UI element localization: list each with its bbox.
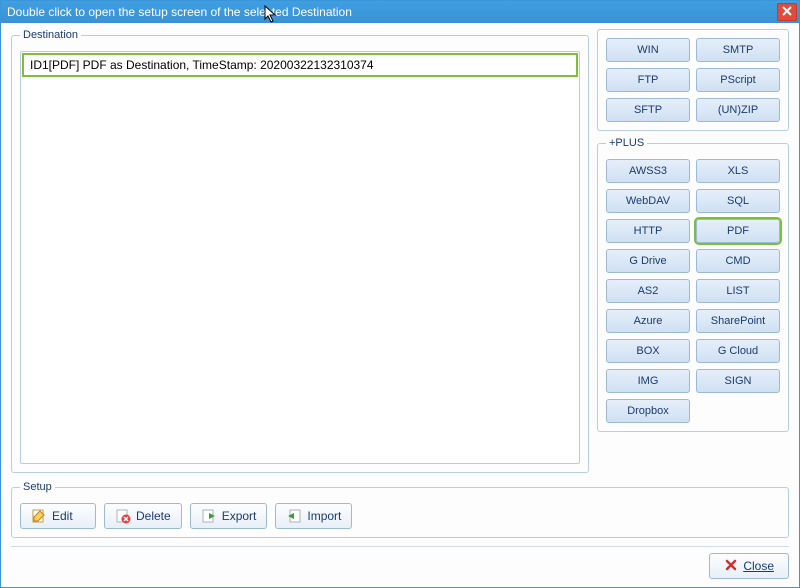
- close-button[interactable]: Close: [709, 553, 789, 579]
- pdf-button[interactable]: PDF: [696, 219, 780, 243]
- delete-label: Delete: [136, 509, 171, 523]
- close-label: Close: [743, 559, 774, 573]
- cmd-button[interactable]: CMD: [696, 249, 780, 273]
- titlebar-close-button[interactable]: [777, 3, 797, 21]
- http-button[interactable]: HTTP: [606, 219, 690, 243]
- sharepoint-button[interactable]: SharePoint: [696, 309, 780, 333]
- export-icon: [201, 508, 217, 524]
- setup-legend: Setup: [20, 481, 55, 493]
- azure-button[interactable]: Azure: [606, 309, 690, 333]
- setup-buttons: Edit Delete Export: [20, 503, 780, 529]
- import-label: Import: [307, 509, 341, 523]
- dropbox-button[interactable]: Dropbox: [606, 399, 690, 423]
- edit-button[interactable]: Edit: [20, 503, 96, 529]
- titlebar: Double click to open the setup screen of…: [1, 1, 799, 23]
- awss3-button[interactable]: AWSS3: [606, 159, 690, 183]
- win-button[interactable]: WIN: [606, 38, 690, 62]
- export-button[interactable]: Export: [190, 503, 268, 529]
- delete-icon: [115, 508, 131, 524]
- delete-button[interactable]: Delete: [104, 503, 182, 529]
- window-title: Double click to open the setup screen of…: [7, 5, 777, 19]
- dialog-footer: Close: [11, 546, 789, 579]
- as2-button[interactable]: AS2: [606, 279, 690, 303]
- setup-group: Setup Edit Delete: [11, 481, 789, 538]
- import-icon: [286, 508, 302, 524]
- sign-button[interactable]: SIGN: [696, 369, 780, 393]
- plus-legend: +PLUS: [606, 137, 647, 149]
- destination-group: Destination ID1[PDF] PDF as Destination,…: [11, 29, 589, 473]
- close-icon: [782, 5, 792, 19]
- dialog-body: Destination ID1[PDF] PDF as Destination,…: [1, 23, 799, 587]
- gdrive-button[interactable]: G Drive: [606, 249, 690, 273]
- dialog-window: Double click to open the setup screen of…: [0, 0, 800, 588]
- export-label: Export: [222, 509, 257, 523]
- smtp-button[interactable]: SMTP: [696, 38, 780, 62]
- destination-types-column: WIN SMTP FTP PScript SFTP (UN)ZIP +PLUS …: [597, 29, 789, 473]
- plus-group: +PLUS AWSS3 XLS WebDAV SQL HTTP PDF G Dr…: [597, 137, 789, 432]
- unzip-button[interactable]: (UN)ZIP: [696, 98, 780, 122]
- pscript-button[interactable]: PScript: [696, 68, 780, 92]
- gcloud-button[interactable]: G Cloud: [696, 339, 780, 363]
- sftp-button[interactable]: SFTP: [606, 98, 690, 122]
- base-types-grid: WIN SMTP FTP PScript SFTP (UN)ZIP: [597, 29, 789, 131]
- box-button[interactable]: BOX: [606, 339, 690, 363]
- sql-button[interactable]: SQL: [696, 189, 780, 213]
- main-row: Destination ID1[PDF] PDF as Destination,…: [11, 29, 789, 473]
- list-item[interactable]: ID1[PDF] PDF as Destination, TimeStamp: …: [22, 53, 578, 77]
- destination-legend: Destination: [20, 29, 81, 41]
- ftp-button[interactable]: FTP: [606, 68, 690, 92]
- edit-icon: [31, 508, 47, 524]
- destination-listbox[interactable]: ID1[PDF] PDF as Destination, TimeStamp: …: [20, 51, 580, 464]
- webdav-button[interactable]: WebDAV: [606, 189, 690, 213]
- import-button[interactable]: Import: [275, 503, 352, 529]
- plus-types-grid: AWSS3 XLS WebDAV SQL HTTP PDF G Drive CM…: [606, 159, 780, 423]
- list-button[interactable]: LIST: [696, 279, 780, 303]
- close-x-icon: [724, 558, 738, 575]
- img-button[interactable]: IMG: [606, 369, 690, 393]
- xls-button[interactable]: XLS: [696, 159, 780, 183]
- edit-label: Edit: [52, 509, 73, 523]
